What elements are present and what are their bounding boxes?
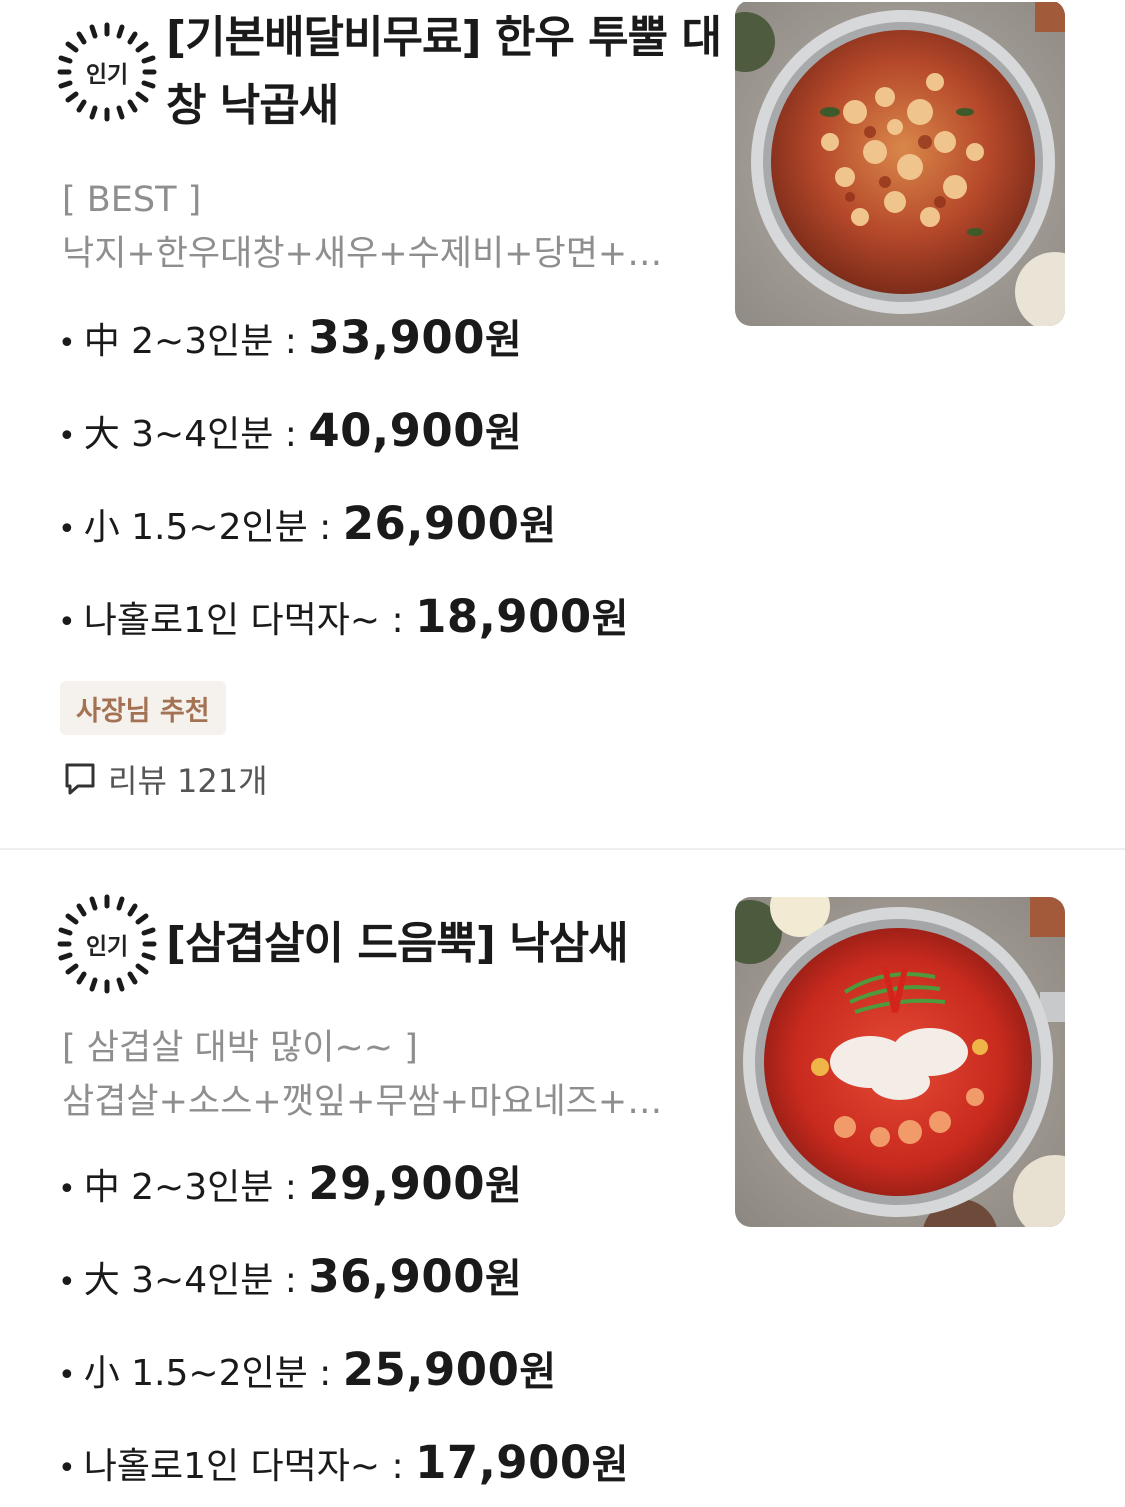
- menu-description-heading: [ 삼겹살 대박 많이~~ ]: [62, 1028, 418, 1068]
- popular-badge: 인기: [57, 894, 157, 994]
- menu-photo[interactable]: [735, 897, 1065, 1227]
- price-amount: 40,900: [308, 404, 486, 457]
- food-photo-icon: [735, 897, 1065, 1227]
- bullet-icon: •: [58, 1172, 76, 1207]
- price-unit: 원: [485, 410, 522, 456]
- price-unit: 원: [591, 1442, 629, 1488]
- food-photo-icon: [735, 2, 1065, 326]
- menu-item[interactable]: 인기 [삼겹살이 드음뿍] 낙삼새 [ 삼겹살 대박 많이~~ ] 삼겹살+소스…: [0, 850, 1125, 1507]
- review-count-label: 리뷰 121개: [108, 762, 268, 800]
- menu-item[interactable]: 인기 [기본배달비무료] 한우 투뿔 대창 낙곱새 [ BEST ] 낙지+한우…: [0, 0, 1125, 848]
- price-option: • 中 2~3인분 : 33,900원: [58, 308, 522, 368]
- price-amount: 29,900: [308, 1157, 486, 1210]
- menu-description: 낙지+한우대창+새우+수제비+당면+…: [62, 234, 663, 274]
- bullet-icon: •: [58, 1265, 76, 1300]
- bullet-icon: •: [58, 326, 76, 361]
- menu-description: 삼겹살+소스+깻잎+무쌈+마요네즈+…: [62, 1082, 663, 1122]
- bullet-icon: •: [58, 512, 76, 547]
- review-count[interactable]: 리뷰 121개: [64, 756, 268, 802]
- price-amount: 25,900: [342, 1343, 520, 1396]
- price-label: 나홀로1인 다먹자~ :: [83, 600, 416, 641]
- price-option: • 大 3~4인분 : 36,900원: [58, 1247, 522, 1307]
- price-unit: 원: [591, 596, 629, 642]
- menu-description-heading: [ BEST ]: [62, 180, 202, 220]
- price-amount: 33,900: [308, 311, 486, 364]
- price-label: 大 3~4인분 :: [83, 1260, 309, 1301]
- price-label: 小 1.5~2인분 :: [83, 507, 343, 548]
- speech-bubble-icon: [65, 763, 95, 795]
- price-option: • 中 2~3인분 : 29,900원: [58, 1154, 522, 1214]
- bullet-icon: •: [58, 1451, 76, 1486]
- price-option: • 나홀로1인 다먹자~ : 18,900원: [58, 587, 629, 647]
- price-amount: 18,900: [415, 590, 592, 643]
- price-label: 小 1.5~2인분 :: [83, 1353, 343, 1394]
- price-amount: 26,900: [342, 497, 520, 550]
- menu-photo[interactable]: [735, 0, 1065, 326]
- popular-badge-label: 인기: [85, 934, 129, 960]
- bullet-icon: •: [58, 419, 76, 454]
- popular-badge: 인기: [57, 22, 157, 122]
- price-unit: 원: [485, 317, 522, 363]
- price-unit: 원: [485, 1163, 522, 1209]
- price-label: 나홀로1인 다먹자~ :: [83, 1446, 416, 1487]
- price-option: • 小 1.5~2인분 : 26,900원: [58, 494, 556, 554]
- price-option: • 나홀로1인 다먹자~ : 17,900원: [58, 1433, 629, 1493]
- price-unit: 원: [519, 503, 557, 549]
- menu-title[interactable]: [기본배달비무료] 한우 투뿔 대창 낙곱새: [166, 4, 722, 140]
- price-label: 中 2~3인분 :: [83, 321, 309, 362]
- bullet-icon: •: [58, 605, 76, 640]
- owner-recommend-tag: 사장님 추천: [60, 681, 226, 735]
- price-unit: 원: [485, 1256, 522, 1302]
- price-option: • 小 1.5~2인분 : 25,900원: [58, 1340, 556, 1400]
- price-label: 中 2~3인분 :: [83, 1167, 309, 1208]
- menu-title[interactable]: [삼겹살이 드음뿍] 낙삼새: [166, 910, 721, 978]
- price-amount: 36,900: [308, 1250, 486, 1303]
- popular-badge-label: 인기: [85, 62, 129, 88]
- bullet-icon: •: [58, 1358, 76, 1393]
- price-amount: 17,900: [415, 1436, 592, 1489]
- price-label: 大 3~4인분 :: [83, 414, 309, 455]
- price-option: • 大 3~4인분 : 40,900원: [58, 401, 522, 461]
- price-unit: 원: [519, 1349, 557, 1395]
